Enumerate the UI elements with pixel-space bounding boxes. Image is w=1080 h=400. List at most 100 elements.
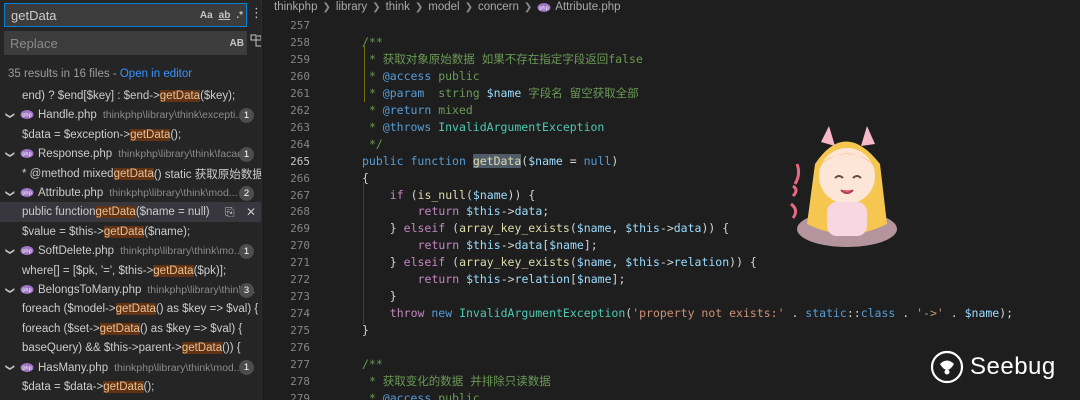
match-count-badge: 1 — [239, 360, 254, 376]
code-line[interactable]: * @access public — [369, 390, 480, 400]
search-input[interactable]: getData Aa ab .* — [4, 3, 247, 27]
code-token: ( — [569, 255, 577, 270]
match-case-toggle[interactable]: Aa — [197, 10, 216, 21]
code-line[interactable]: * 获取变化的数据 并排除只读数据 — [369, 373, 551, 390]
code-token: $name — [472, 187, 508, 202]
match-result-row[interactable]: * @method mixed getData() static 获取原始数据 — [0, 164, 262, 184]
chevron-down-icon[interactable]: ❯ — [5, 282, 16, 298]
line-number: 259 — [290, 52, 310, 66]
search-sidebar: getData Aa ab .* Replace AB ⋮ 35 results… — [0, 0, 262, 400]
file-name: HasMany.php — [38, 361, 109, 374]
breadcrumb-item[interactable]: thinkphp — [274, 1, 317, 13]
code-line[interactable]: * 获取对象原始数据 如果不存在指定字段返回false — [369, 51, 643, 68]
svg-text:php: php — [22, 249, 32, 255]
code-token: . — [895, 306, 917, 321]
code-token: $this — [466, 238, 501, 253]
breadcrumb-item[interactable]: Attribute.php — [555, 1, 620, 13]
code-token: static — [805, 306, 847, 321]
code-line[interactable]: return $this->data[$name]; — [418, 237, 598, 254]
code-token: ( — [445, 221, 460, 236]
match-suffix: () static 获取原始数据 — [153, 168, 262, 181]
line-number: 275 — [290, 324, 310, 338]
chevron-down-icon[interactable]: ❯ — [5, 185, 16, 201]
breadcrumb-item[interactable]: think — [386, 1, 410, 13]
code-token: ( — [465, 187, 473, 202]
breadcrumb-item[interactable]: concern — [478, 1, 519, 13]
replace-input[interactable]: Replace AB — [4, 31, 247, 55]
match-result-row[interactable]: $data = $exception-> getData (); — [0, 125, 261, 145]
file-result-row[interactable]: ❯ php Attribute.php thinkphp\library\think\… — [0, 183, 261, 203]
code-line[interactable]: /** — [362, 356, 383, 373]
code-line[interactable]: } elseif (array_key_exists($name, $this-… — [390, 254, 757, 271]
line-number: 258 — [290, 35, 310, 49]
match-whole-word-toggle[interactable]: ab — [216, 10, 234, 21]
code-token: 'property not exists:' — [632, 306, 785, 321]
file-result-row[interactable]: ❯ php Handle.php thinkphp\library\think\exc… — [0, 105, 261, 125]
chevron-down-icon[interactable]: ❯ — [5, 107, 16, 123]
code-token: $this — [466, 272, 501, 287]
match-result-row[interactable]: public function getData ($name = null) ⎘ ✕ — [0, 202, 261, 223]
line-number: 266 — [290, 171, 310, 185]
code-line[interactable]: /** — [362, 34, 383, 51]
file-result-row[interactable]: ❯ php BelongsToMany.php thinkphp\library\th… — [0, 280, 261, 300]
match-result-row[interactable]: baseQuery) && $this->parent-> getData()) … — [0, 338, 261, 358]
code-token: @param — [382, 85, 425, 100]
match-result-row[interactable]: where[] = [$pk, '=', $this-> getData ($pk)… — [0, 261, 261, 281]
match-prefix: * @method mixed — [22, 167, 114, 180]
code-line[interactable]: if (is_null($name)) { — [390, 187, 535, 204]
file-name: SoftDelete.php — [38, 245, 115, 258]
match-suffix: (); — [170, 128, 182, 141]
match-prefix: foreach ($model-> — [22, 303, 116, 316]
chevron-down-icon[interactable]: ❯ — [5, 146, 16, 162]
replace-icon[interactable]: ⎘ — [225, 205, 235, 219]
match-result-row[interactable]: $data = $data-> getData (); — [0, 377, 261, 397]
code-line[interactable]: * @return mixed — [369, 102, 473, 119]
seebug-wordmark: Seebug — [970, 353, 1056, 380]
code-token: } — [389, 289, 397, 304]
code-token: data — [673, 221, 702, 236]
code-line[interactable]: public function getData($name = null) — [362, 153, 618, 170]
match-result-row[interactable]: foreach ($model-> getData() as $key => $v… — [0, 299, 261, 319]
match-result-row[interactable]: end) ? $end[$key] : $end-> getData ($key); — [0, 86, 261, 106]
seebug-watermark: Seebug — [930, 350, 1056, 384]
chevron-down-icon[interactable]: ❯ — [5, 360, 16, 376]
code-token: /** — [362, 34, 383, 49]
file-result-row[interactable]: ❯ php HasMany.php thinkphp\library\think\mo… — [0, 358, 261, 378]
match-count-badge: 2 — [239, 185, 254, 201]
breadcrumb-item[interactable]: model — [428, 1, 459, 13]
regex-toggle[interactable]: .* — [233, 10, 246, 21]
code-line[interactable]: * @throws InvalidArgumentException — [369, 119, 604, 136]
file-result-row[interactable]: ❯ php SoftDelete.php thinkphp\library\think… — [0, 241, 261, 261]
code-line[interactable]: } — [390, 288, 397, 305]
code-line[interactable]: throw new InvalidArgumentException('prop… — [390, 305, 1013, 322]
replace-placeholder[interactable]: Replace — [4, 36, 227, 51]
code-line[interactable]: } — [362, 322, 369, 339]
dismiss-icon[interactable]: ✕ — [243, 205, 256, 219]
match-result-row[interactable]: foreach ($set-> getData() as $key => $val… — [0, 319, 261, 339]
open-in-editor-link[interactable]: Open in editor — [120, 68, 192, 80]
file-name: Attribute.php — [38, 187, 104, 199]
match-result-row[interactable]: $value = $this-> getData ($name); — [0, 222, 261, 242]
file-name: BelongsToMany.php — [38, 284, 142, 296]
code-editor[interactable]: /** * 获取对象原始数据 如果不存在指定字段返回false * @access … — [362, 14, 1062, 400]
code-line[interactable]: */ — [369, 136, 383, 153]
code-token: { — [362, 170, 369, 185]
replace-all-icon[interactable] — [250, 34, 261, 51]
more-icon[interactable]: ⋮ — [250, 6, 261, 21]
search-query[interactable]: getData — [5, 8, 197, 23]
code-line[interactable]: } elseif (array_key_exists($name, $this-… — [390, 220, 729, 237]
code-line[interactable]: { — [362, 170, 369, 187]
code-line[interactable]: * @param string $name 字段名 留空获取全部 — [369, 85, 639, 102]
code-token: public — [431, 68, 480, 83]
chevron-down-icon[interactable]: ❯ — [5, 243, 16, 259]
code-line[interactable]: return $this->data; — [418, 203, 550, 220]
file-result-row[interactable]: ❯ php Response.php thinkphp\library\think\f… — [0, 144, 261, 164]
code-line[interactable]: return $this->relation[$name]; — [418, 271, 626, 288]
code-line[interactable]: * @access public — [369, 68, 480, 85]
code-token: class — [860, 306, 896, 321]
breadcrumb-item[interactable]: library — [336, 1, 367, 13]
code-token: -> — [500, 272, 515, 287]
preserve-case-toggle[interactable]: AB — [227, 38, 247, 49]
match-highlight: getData — [115, 303, 156, 316]
code-token: ( — [403, 187, 418, 202]
